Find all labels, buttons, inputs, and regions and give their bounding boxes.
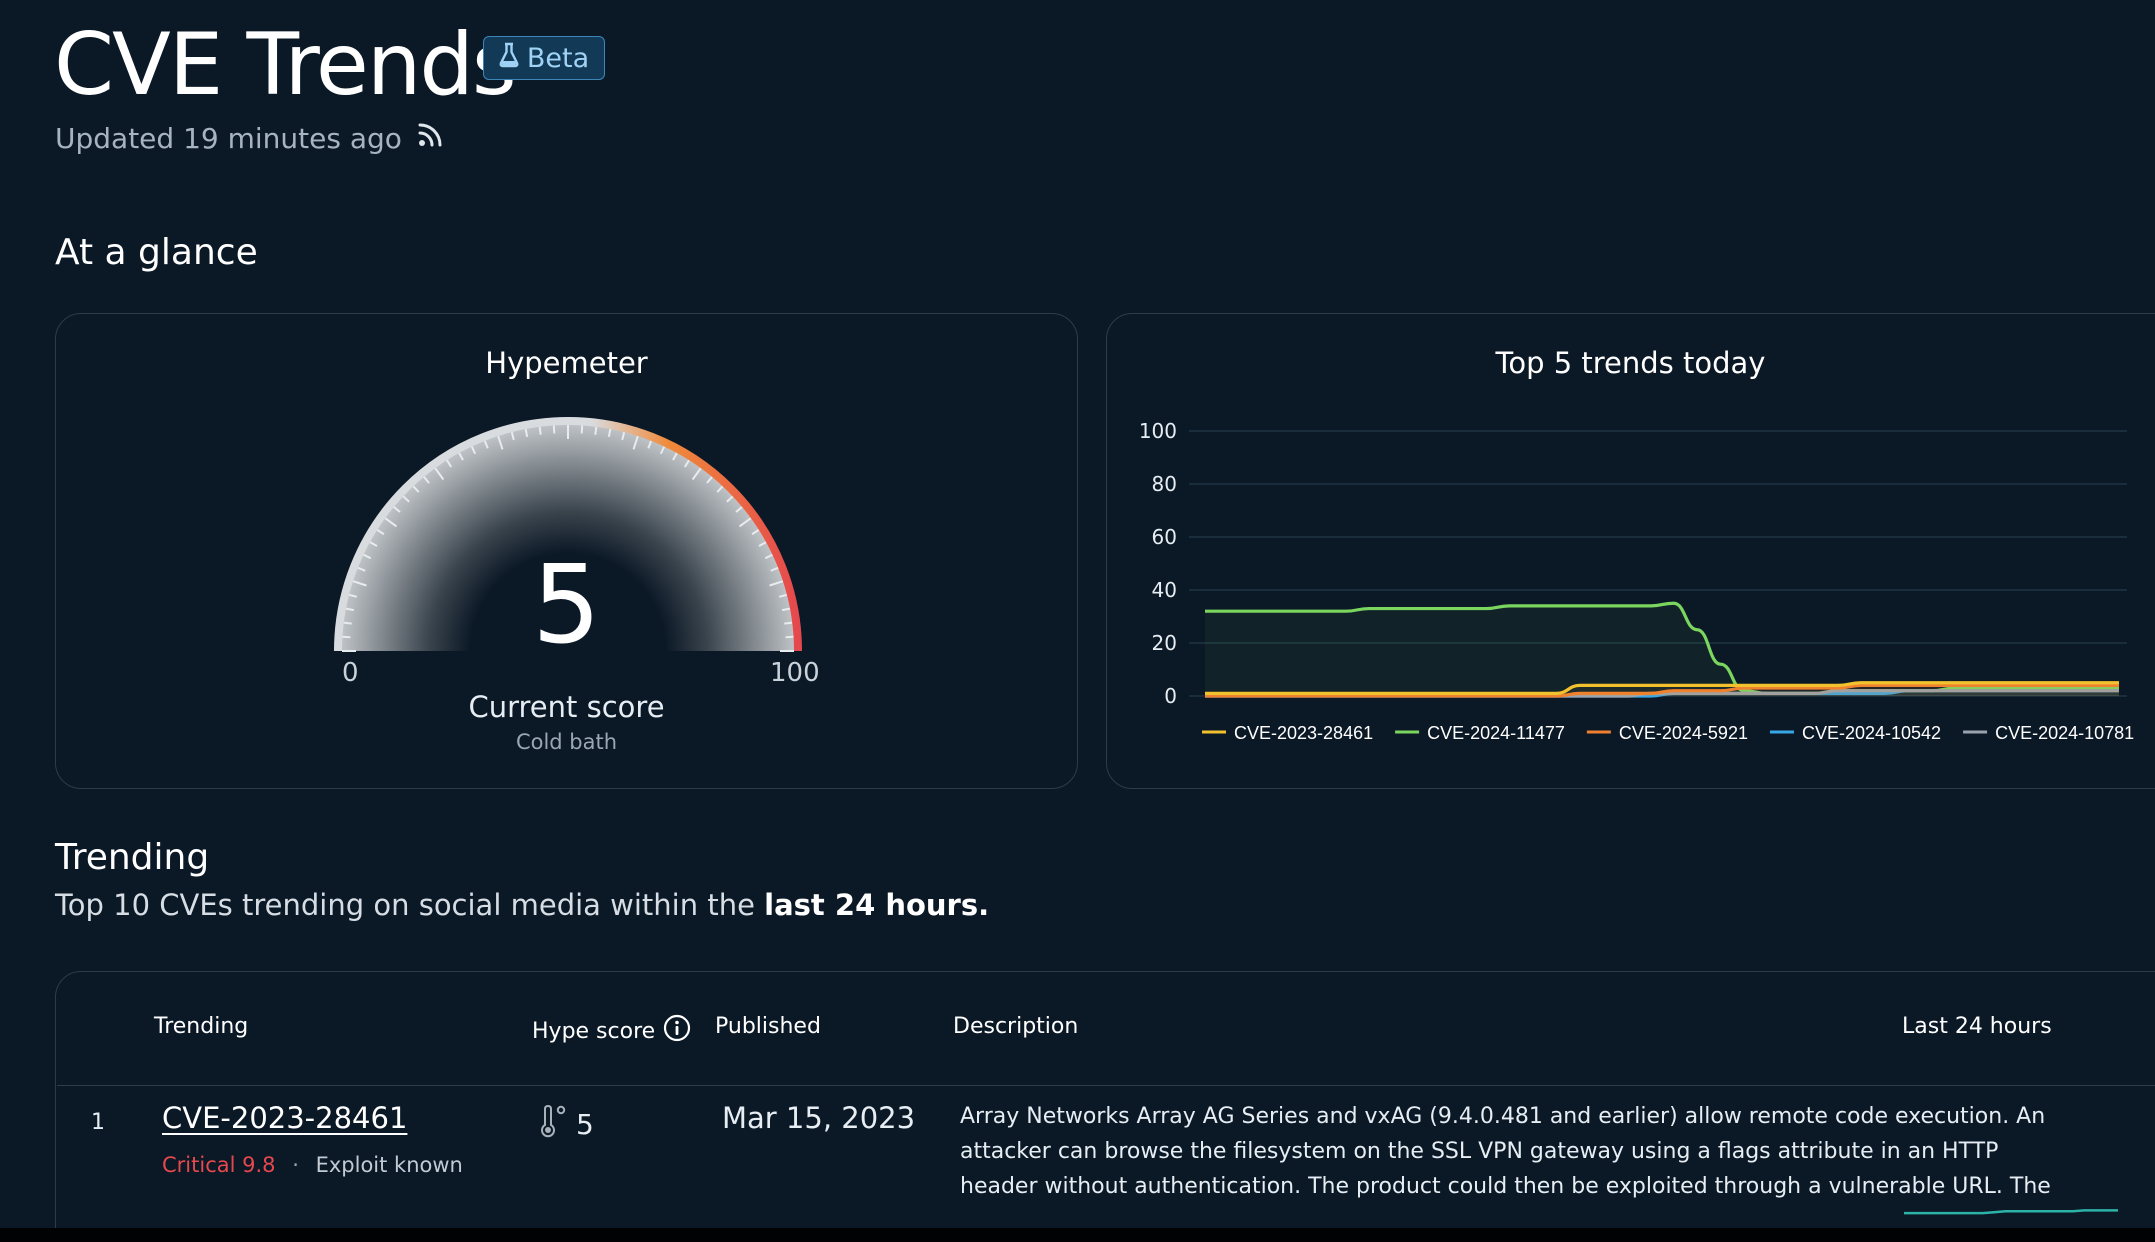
score-status: Cold bath xyxy=(515,730,618,754)
thermometer-icon xyxy=(538,1104,570,1143)
exploit-label: Exploit known xyxy=(315,1153,463,1177)
sparkline-line xyxy=(1904,1209,2118,1215)
trending-description: Top 10 CVEs trending on social media wit… xyxy=(55,888,989,922)
y-tick-label: 100 xyxy=(1139,419,1177,443)
legend-label[interactable]: CVE-2024-5921 xyxy=(1619,723,1748,743)
gauge-tick xyxy=(552,425,556,434)
hype-score-cell: 5 xyxy=(538,1104,594,1143)
y-tick-label: 60 xyxy=(1152,525,1177,549)
published-date: Mar 15, 2023 xyxy=(722,1101,916,1135)
rss-icon[interactable] xyxy=(416,121,444,156)
hypemeter-card: Hypemeter 5 0 100 Current score Cold bat… xyxy=(55,313,1078,789)
gauge-max-label: 100 xyxy=(770,658,820,688)
gauge-tick xyxy=(594,426,598,435)
sparkline xyxy=(1904,1209,2118,1215)
description-line: header without authentication. The produ… xyxy=(960,1174,2051,1199)
hype-score-value: 5 xyxy=(576,1107,594,1141)
col-header-hype-label: Hype score xyxy=(532,1018,656,1044)
trending-heading: Trending xyxy=(55,837,210,878)
legend-label[interactable]: CVE-2024-11477 xyxy=(1427,723,1565,743)
y-tick-label: 40 xyxy=(1152,578,1177,602)
updated-text: Updated 19 minutes ago xyxy=(55,121,402,155)
cve-meta: Critical 9.8 · Exploit known xyxy=(162,1153,463,1177)
y-tick-label: 0 xyxy=(1164,684,1177,708)
current-score-label: Current score xyxy=(468,690,665,724)
col-header-trending[interactable]: Trending xyxy=(154,1014,248,1039)
legend-label[interactable]: CVE-2024-10542 xyxy=(1802,723,1941,743)
trending-desc-prefix: Top 10 CVEs trending on social media wit… xyxy=(55,888,755,922)
col-header-published[interactable]: Published xyxy=(715,1014,821,1039)
description-line: Array Networks Array AG Series and vxAG … xyxy=(960,1104,2046,1129)
description-line: attacker can browse the filesystem on th… xyxy=(960,1139,1999,1164)
top5-card: Top 5 trends today 0 20 40 60 80 100 CVE-2023-… xyxy=(1106,313,2155,789)
col-header-description: Description xyxy=(953,1014,1079,1039)
legend-label[interactable]: CVE-2024-10781 xyxy=(1995,723,2134,743)
col-header-last24: Last 24 hours xyxy=(1902,1014,2052,1039)
y-tick-label: 80 xyxy=(1152,472,1177,496)
row-rank: 1 xyxy=(91,1110,105,1135)
cve-link[interactable]: CVE-2023-28461 xyxy=(162,1101,407,1135)
page-title: CVE Trends xyxy=(54,15,517,115)
trending-desc-emphasis: last 24 hours. xyxy=(764,888,990,922)
info-icon[interactable] xyxy=(663,1014,691,1048)
beta-label: Beta xyxy=(526,42,590,74)
severity-label: Critical 9.8 xyxy=(162,1153,276,1177)
gauge-score: 5 xyxy=(532,543,601,668)
legend-label[interactable]: CVE-2023-28461 xyxy=(1234,723,1373,743)
top5-chart: 0 20 40 60 80 100 CVE-2023-28461 CVE-2024-11477… xyxy=(1139,419,2134,743)
col-header-hype[interactable]: Hype score xyxy=(532,1014,691,1048)
cve-description: Array Networks Array AG Series and vxAG … xyxy=(960,1099,2051,1204)
updated-status: Updated 19 minutes ago xyxy=(55,118,444,158)
bottom-bar xyxy=(0,1228,2155,1242)
beta-badge: Beta xyxy=(483,36,605,80)
flask-icon xyxy=(499,42,519,75)
gauge-tick xyxy=(538,426,542,435)
gauge-min-label: 0 xyxy=(342,658,359,688)
header-divider xyxy=(57,1085,2155,1086)
y-tick-label: 20 xyxy=(1152,631,1177,655)
gauge-tick xyxy=(580,425,584,434)
meta-separator: · xyxy=(292,1153,299,1177)
at-a-glance-heading: At a glance xyxy=(55,232,258,273)
